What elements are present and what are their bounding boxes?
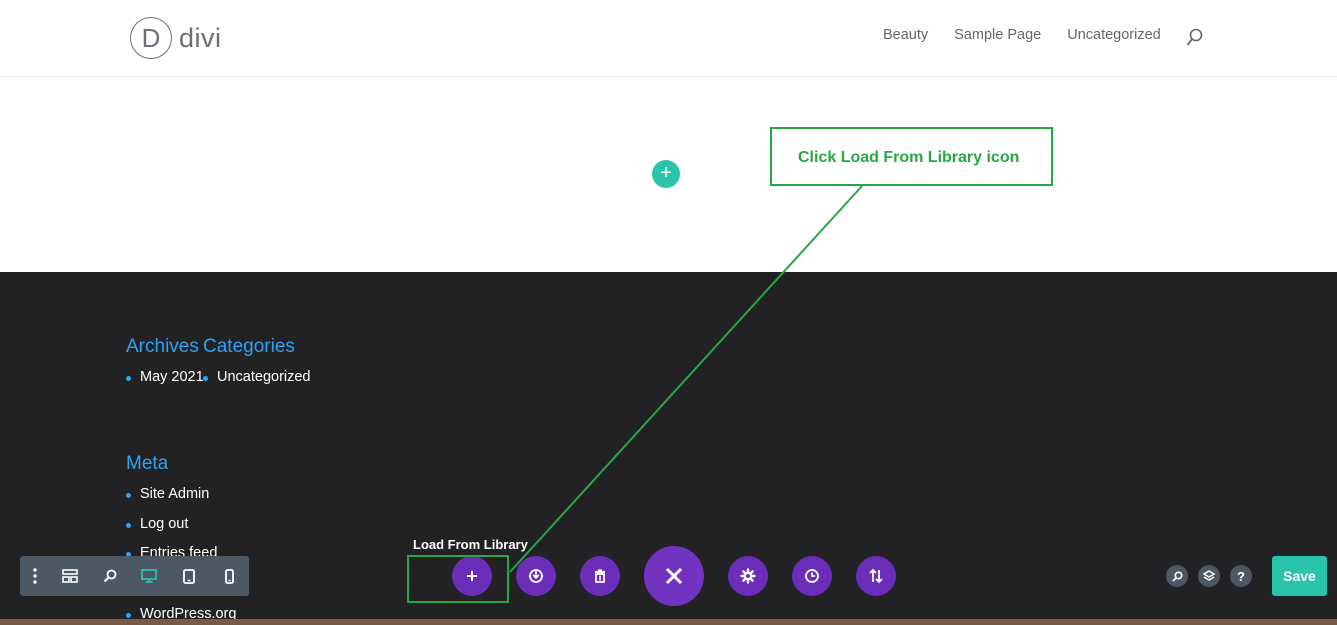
load-from-library-tooltip: Load From Library bbox=[413, 537, 528, 552]
search-icon[interactable] bbox=[1186, 28, 1204, 48]
meta-title: Meta bbox=[126, 453, 169, 474]
archive-link-may-2021[interactable]: May 2021 bbox=[126, 369, 204, 385]
category-link-uncategorized[interactable]: Uncategorized bbox=[203, 369, 311, 385]
highlight-box bbox=[407, 555, 509, 603]
portability-sort-button[interactable] bbox=[856, 556, 896, 596]
find-button[interactable] bbox=[1166, 565, 1188, 587]
help-button[interactable]: ? bbox=[1230, 565, 1252, 587]
clear-layout-button[interactable] bbox=[580, 556, 620, 596]
site-header: D divi Beauty Sample Page Uncategorized bbox=[0, 0, 1337, 77]
archives-title: Archives bbox=[126, 336, 199, 357]
page-settings-button[interactable] bbox=[728, 556, 768, 596]
portability-icon bbox=[529, 569, 543, 583]
meta-link-log-out[interactable]: Log out bbox=[125, 516, 188, 532]
search-icon bbox=[1171, 570, 1183, 582]
nav-item-sample-page[interactable]: Sample Page bbox=[954, 27, 1041, 43]
history-button[interactable] bbox=[792, 556, 832, 596]
portability-button[interactable] bbox=[516, 556, 556, 596]
view-mode-bar bbox=[20, 556, 249, 596]
portability-sort-icon bbox=[869, 568, 883, 584]
callout-box: Click Load From Library icon bbox=[770, 127, 1053, 186]
zoom-icon[interactable] bbox=[90, 556, 130, 596]
background-image-strip bbox=[0, 619, 1337, 625]
site-logo[interactable]: D divi bbox=[130, 17, 222, 59]
callout-text: Click Load From Library icon bbox=[798, 149, 1020, 166]
desktop-view-icon[interactable] bbox=[130, 556, 170, 596]
layers-icon bbox=[1203, 570, 1215, 581]
history-icon bbox=[805, 569, 819, 583]
wireframe-view-icon[interactable] bbox=[50, 556, 90, 596]
close-icon bbox=[665, 567, 683, 585]
layers-button[interactable] bbox=[1198, 565, 1220, 587]
logo-badge: D bbox=[130, 17, 172, 59]
meta-link-site-admin[interactable]: Site Admin bbox=[125, 486, 209, 502]
tablet-view-icon[interactable] bbox=[169, 556, 209, 596]
page-settings-icon bbox=[740, 568, 756, 584]
main-nav: Beauty Sample Page Uncategorized bbox=[883, 27, 1187, 43]
help-icon: ? bbox=[1237, 568, 1245, 584]
phone-view-icon[interactable] bbox=[209, 556, 249, 596]
clear-layout-icon bbox=[595, 569, 605, 583]
logo-text: divi bbox=[179, 22, 222, 53]
nav-item-beauty[interactable]: Beauty bbox=[883, 27, 928, 43]
more-options-icon[interactable] bbox=[20, 556, 50, 596]
categories-title: Categories bbox=[203, 336, 295, 357]
save-button[interactable]: Save bbox=[1272, 556, 1327, 596]
nav-item-uncategorized[interactable]: Uncategorized bbox=[1067, 27, 1161, 43]
add-section-button[interactable]: + bbox=[652, 160, 680, 188]
close-builder-button[interactable] bbox=[644, 546, 704, 606]
